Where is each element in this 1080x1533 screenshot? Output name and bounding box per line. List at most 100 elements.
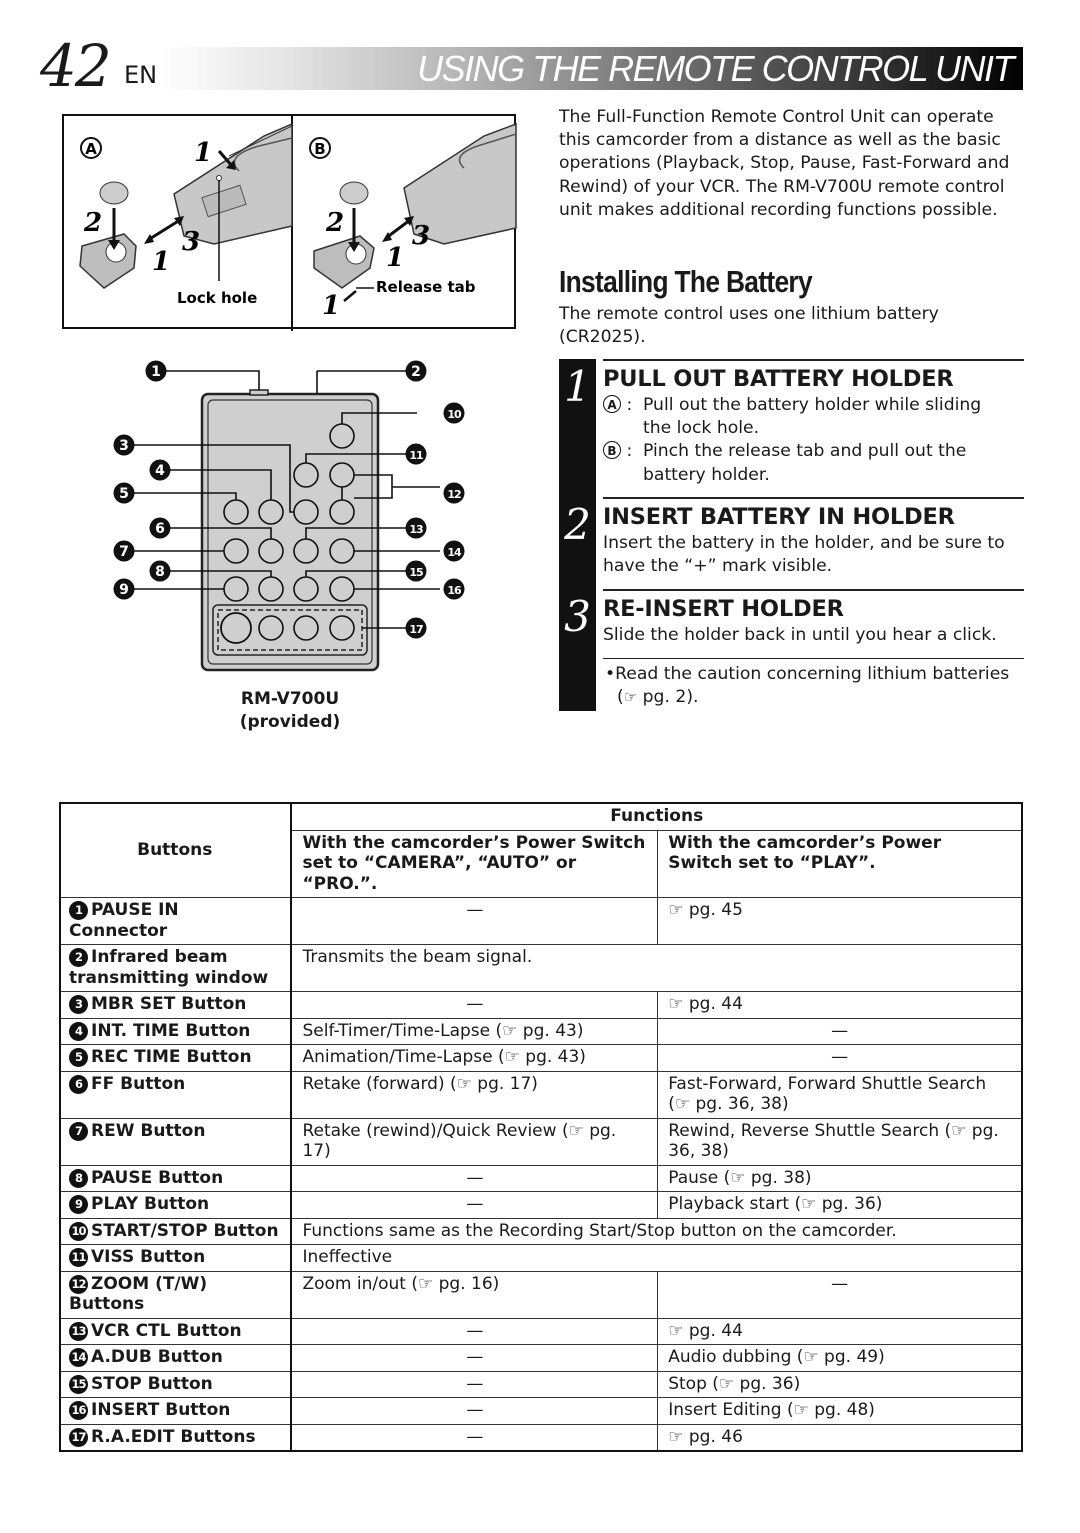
caution-text: Read the caution concerning lithium batt…: [615, 664, 1010, 684]
callout-badge-10: 10: [443, 402, 465, 424]
button-name: INSERT Button: [91, 1400, 231, 1420]
panel-a-label: A: [85, 140, 97, 158]
step-1-number: 1: [564, 362, 591, 411]
function-cell-camera: Self-Timer/Time-Lapse (☞ pg. 43): [290, 1017, 659, 1045]
function-cell-play: ☞ pg. 45: [657, 897, 1023, 945]
caution-note: •Read the caution concerning lithium bat…: [605, 664, 1010, 708]
table-row: 11 VISS Button Ineffective: [59, 1244, 1023, 1272]
function-cell-camera: —: [290, 1191, 659, 1219]
callout-number: 10: [447, 408, 462, 421]
step-1-item-a-text-cont: the lock hole.: [643, 418, 760, 439]
header-functions: Functions: [290, 802, 1023, 831]
header-camera-mode: With the camcorder’s Power Switch set to…: [290, 829, 659, 898]
remote-button-icon: [293, 499, 319, 525]
function-cell-play: Pause (☞ pg. 38): [657, 1164, 1023, 1192]
callout-number-badge: 17: [69, 1427, 88, 1447]
table-row: 16 INSERT Button — Insert Editing (☞ pg. 48…: [59, 1397, 1023, 1425]
function-cell-play: Playback start (☞ pg. 36): [657, 1191, 1023, 1219]
callout-number: 16: [447, 584, 462, 597]
callout-number-badge: 11: [69, 1248, 88, 1267]
callout-number: 12: [447, 488, 461, 501]
callout-badge-1: 1: [145, 360, 167, 382]
remote-model: RM-V700U: [240, 689, 340, 709]
callout-number-badge: 2: [69, 948, 88, 967]
button-name: FF Button: [91, 1073, 186, 1094]
button-name: VCR CTL Button: [91, 1320, 242, 1341]
step-marker-1: 1: [386, 243, 404, 273]
battery-installation-figure: A 1 2 3 1 Lock hole B 2 3 1 1 Release ta…: [62, 114, 517, 331]
callout-badge-9: 9: [113, 578, 135, 600]
table-row: 10 START/STOP Button Functions same as the…: [59, 1217, 1023, 1245]
function-cell-camera: Retake (rewind)/Quick Review (☞ pg. 17): [290, 1117, 659, 1166]
button-name-cell: 9 PLAY Button: [59, 1191, 293, 1219]
button-name: START/STOP Button: [91, 1220, 279, 1241]
remote-button-icon: [329, 462, 355, 488]
function-cell-both-modes: Functions same as the Recording Start/St…: [290, 1217, 1023, 1245]
callout-badge-3: 3: [113, 434, 135, 456]
remote-button-icon: [293, 615, 319, 641]
header-buttons: Buttons: [59, 802, 293, 898]
callout-badge-11: 11: [405, 443, 427, 465]
button-name-cell: 14 A.DUB Button: [59, 1344, 293, 1372]
table-row: 14 A.DUB Button — Audio dubbing (☞ pg. 49): [59, 1344, 1023, 1372]
page-number: 42: [40, 32, 112, 100]
function-cell-play: ☞ pg. 44: [657, 991, 1023, 1019]
function-cell-camera: —: [290, 1317, 659, 1345]
table-row: 4 INT. TIME Button Self-Timer/Time-Lapse (…: [59, 1017, 1023, 1045]
callout-badge-8: 8: [149, 560, 171, 582]
button-name-cell: 4 INT. TIME Button: [59, 1017, 293, 1045]
remote-button-icon: [258, 615, 284, 641]
button-name-cell: 15 STOP Button: [59, 1370, 293, 1398]
button-name: A.DUB Button: [91, 1347, 223, 1367]
callout-badge-5: 5: [113, 482, 135, 504]
callout-number: 7: [119, 544, 129, 560]
table-body: 1 PAUSE IN Connector — ☞ pg. 45 2 Infrared be…: [59, 897, 1023, 1452]
step-2-number: 2: [564, 500, 591, 549]
divider: [603, 589, 1024, 591]
callout-number: 15: [409, 566, 423, 579]
callout-number-badge: 8: [69, 1168, 88, 1188]
remote-note: (provided): [239, 712, 341, 732]
callout-badge-7: 7: [113, 540, 135, 562]
table-row: 1 PAUSE IN Connector — ☞ pg. 45: [59, 897, 1023, 945]
button-name: INT. TIME Button: [91, 1020, 251, 1041]
callout-number-badge: 3: [69, 995, 88, 1014]
function-cell-play: —: [657, 1017, 1023, 1045]
button-name-cell: 2 Infrared beam transmitting window: [59, 944, 293, 992]
caution-page-ref[interactable]: pg. 2).: [643, 687, 699, 707]
section-title: Installing The Battery: [559, 264, 813, 299]
callout-number: 9: [119, 582, 129, 598]
callout-number: 1: [151, 364, 161, 380]
circled-b-icon: B: [603, 441, 621, 460]
callout-number: 13: [409, 523, 423, 536]
callout-number-badge: 9: [69, 1195, 88, 1214]
callout-number: 8: [155, 564, 165, 580]
remote-button-icon: [293, 462, 319, 488]
callout-badge-16: 16: [443, 578, 465, 600]
callout-number-badge: 13: [69, 1321, 88, 1341]
page-title-bar: USING THE REMOTE CONTROL UNIT: [160, 47, 1023, 90]
button-name: STOP Button: [91, 1373, 213, 1394]
callout-number-badge: 5: [69, 1048, 88, 1067]
function-cell-camera: Retake (forward) (☞ pg. 17): [290, 1070, 659, 1119]
button-name: Infrared beam transmitting window: [69, 947, 269, 988]
button-name-cell: 8 PAUSE Button: [59, 1164, 293, 1192]
function-cell-play: Rewind, Reverse Shuttle Search (☞ pg. 36…: [657, 1117, 1023, 1166]
intro-paragraph: The Full-Function Remote Control Unit ca…: [559, 107, 1010, 220]
button-name: REC TIME Button: [91, 1047, 252, 1067]
remote-button-icon: [258, 538, 284, 564]
function-cell-play: ☞ pg. 46: [657, 1423, 1023, 1452]
callout-number: 2: [411, 364, 421, 380]
function-cell-camera: —: [290, 1397, 659, 1425]
panel-b: B 2 3 1 1 Release tab: [309, 122, 517, 321]
function-cell-camera: Animation/Time-Lapse (☞ pg. 43): [290, 1044, 659, 1072]
function-cell-play: ☞ pg. 44: [657, 1317, 1023, 1345]
remote-control-diagram: 1 2 3 4 5 6 7 8 9 10 11 12 13 14 15 16 17: [100, 350, 480, 690]
callout-number-badge: 4: [69, 1021, 88, 1041]
function-cell-camera: —: [290, 1164, 659, 1192]
button-name-cell: 6 FF Button: [59, 1070, 293, 1119]
callout-number: 6: [155, 521, 165, 537]
button-name-cell: 17 R.A.EDIT Buttons: [59, 1423, 293, 1452]
step-marker-3: 3: [182, 227, 200, 257]
function-cell-play: Audio dubbing (☞ pg. 49): [657, 1344, 1023, 1372]
